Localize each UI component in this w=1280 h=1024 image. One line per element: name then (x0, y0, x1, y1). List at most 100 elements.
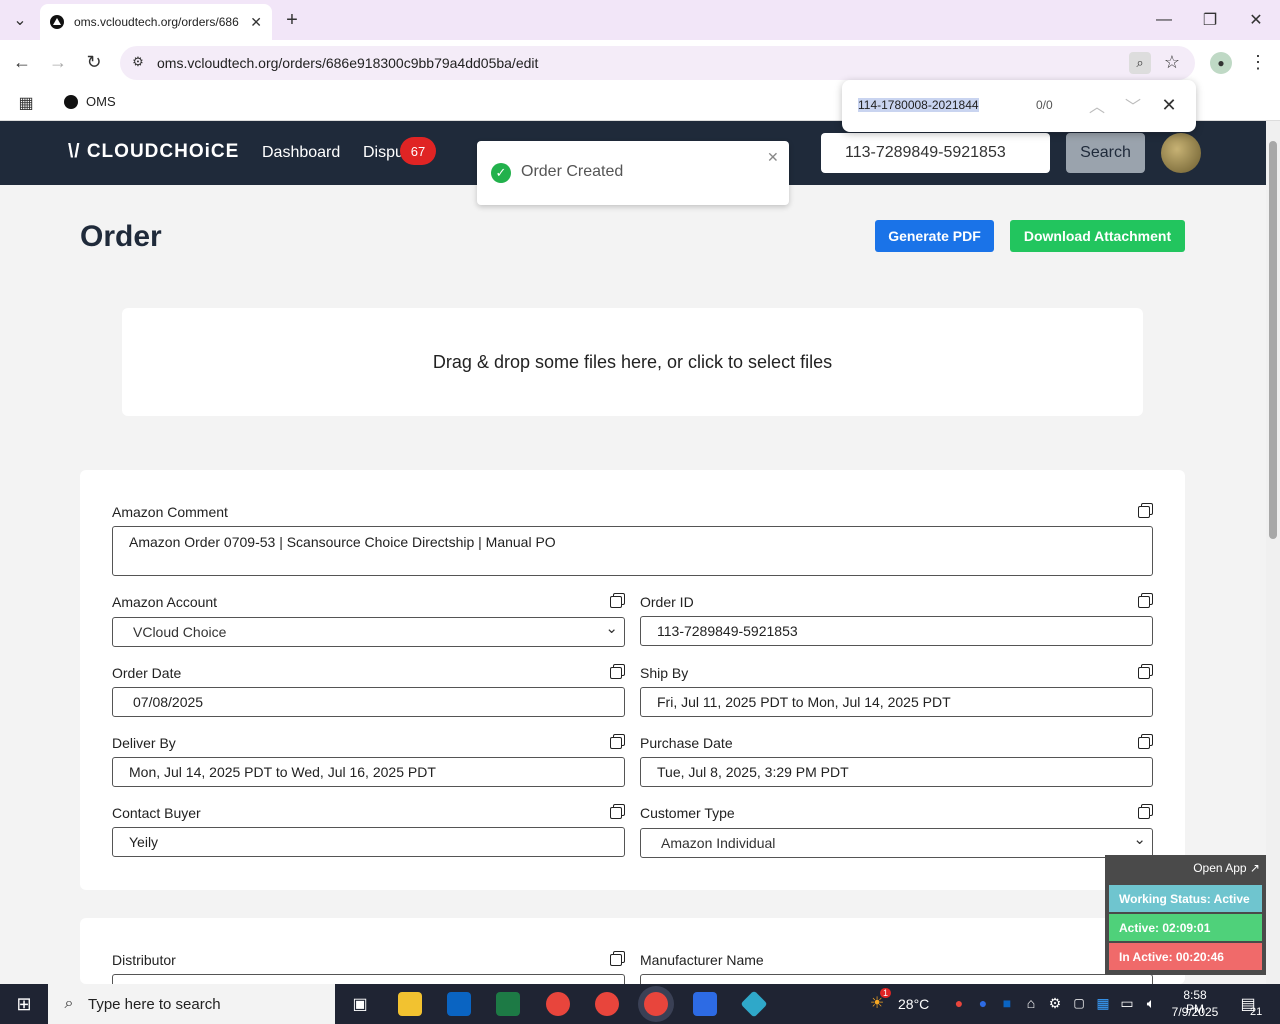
order-search-input[interactable]: 113-7289849-5921853 (821, 133, 1050, 173)
dropzone-text: Drag & drop some files here, or click to… (432, 351, 833, 372)
nav-dashboard[interactable]: Dashboard (262, 144, 340, 162)
tray-outlook-icon[interactable]: ■ (998, 994, 1016, 1012)
page-scrollbar[interactable] (1266, 121, 1280, 984)
manufacturer-field[interactable] (640, 974, 1153, 984)
find-count: 0/0 (1036, 98, 1053, 112)
ship-by-field[interactable]: Fri, Jul 11, 2025 PDT to Mon, Jul 14, 20… (640, 687, 1153, 717)
copy-icon[interactable] (610, 664, 625, 679)
find-bar: 114-1780008-2021844 0/0 ︿ ﹀ ✕ (842, 80, 1196, 132)
customer-type-select[interactable]: Amazon Individual (640, 828, 1153, 858)
chrome-active-icon[interactable] (644, 992, 668, 1016)
profile-icon[interactable]: ● (1210, 52, 1232, 74)
file-dropzone[interactable]: Drag & drop some files here, or click to… (122, 308, 1143, 416)
copy-icon[interactable] (1138, 664, 1153, 679)
restore-icon[interactable]: ❐ (1200, 10, 1220, 30)
tray-vpn-icon[interactable]: ▢ (1070, 994, 1088, 1012)
oms-favicon (50, 15, 64, 29)
nav-disputes[interactable]: Dispu (363, 144, 404, 162)
scrollbar-thumb[interactable] (1269, 141, 1277, 539)
tab-close-icon[interactable]: ✕ (250, 14, 262, 31)
app-diamond-icon[interactable] (740, 990, 768, 1018)
copy-icon[interactable] (610, 804, 625, 819)
find-input[interactable]: 114-1780008-2021844 (858, 98, 979, 112)
forward-icon[interactable]: → (48, 52, 68, 72)
copy-icon[interactable] (1138, 804, 1153, 819)
purchase-date-field[interactable]: Tue, Jul 8, 2025, 3:29 PM PDT (640, 757, 1153, 787)
taskbar-search-text: Type here to search (88, 995, 221, 1013)
tab-search-icon[interactable]: ⌄ (10, 10, 30, 30)
copy-icon[interactable] (1138, 593, 1153, 608)
browser-tab[interactable]: oms.vcloudtech.org/orders/686 ✕ (40, 4, 272, 40)
taskbar-search[interactable]: ⌕ Type here to search (48, 984, 335, 1024)
active-time: Active: 02:09:01 (1109, 914, 1262, 941)
temperature: 28°C (898, 996, 930, 1012)
find-prev-icon[interactable]: ︿ (1088, 96, 1106, 116)
find-page-icon[interactable]: ⌕ (1129, 52, 1151, 74)
browser-tab-strip: ⌄ oms.vcloudtech.org/orders/686 ✕ + — ❐ … (0, 0, 1280, 40)
clock-date[interactable]: 7/9/2025 (1171, 1005, 1219, 1019)
find-next-icon[interactable]: ﹀ (1124, 96, 1142, 116)
order-date-label: Order Date (112, 665, 182, 681)
order-date-field[interactable]: 07/08/2025 (112, 687, 625, 717)
bookmark-star-icon[interactable]: ☆ (1162, 52, 1182, 72)
find-close-icon[interactable]: ✕ (1160, 95, 1178, 115)
apps-grid-icon[interactable]: ▦ (16, 93, 36, 113)
toast-close-icon[interactable]: ✕ (767, 149, 779, 166)
tray-network-icon[interactable]: ⌂ (1022, 994, 1040, 1012)
task-view-icon[interactable]: ▣ (350, 994, 370, 1014)
tray-app-icon[interactable]: ▦ (1094, 994, 1112, 1012)
manufacturer-label: Manufacturer Name (640, 952, 764, 968)
tray-settings-icon[interactable]: ⚙ (1046, 994, 1064, 1012)
back-icon[interactable]: ← (12, 52, 32, 72)
bookmark-label: OMS (86, 94, 116, 109)
chrome-profile-1-icon[interactable] (546, 992, 570, 1016)
windows-taskbar: ⊞ ⌕ Type here to search ▣ ☀ 1 28°C ● ● ■… (0, 984, 1280, 1024)
deliver-by-field[interactable]: Mon, Jul 14, 2025 PDT to Wed, Jul 16, 20… (112, 757, 625, 787)
file-explorer-icon[interactable] (398, 992, 422, 1016)
minimize-icon[interactable]: — (1154, 10, 1174, 30)
open-app-link[interactable]: Open App ↗ (1193, 861, 1260, 875)
search-icon: ⌕ (64, 995, 74, 1012)
distributor-field[interactable] (112, 974, 625, 984)
windows-start-icon[interactable]: ⊞ (14, 994, 34, 1014)
download-attachment-button[interactable]: Download Attachment (1010, 220, 1185, 252)
site-info-icon[interactable]: ⚙ (130, 54, 146, 70)
order-id-label: Order ID (640, 594, 694, 610)
contact-buyer-label: Contact Buyer (112, 805, 201, 821)
oms-bookmark-icon (64, 94, 78, 109)
window-close-icon[interactable]: ✕ (1246, 10, 1266, 30)
url-text: oms.vcloudtech.org/orders/686e918300c9bb… (157, 55, 539, 71)
tray-zoom-icon[interactable]: ● (974, 994, 992, 1012)
generate-pdf-button[interactable]: Generate PDF (875, 220, 994, 252)
amazon-comment-textarea[interactable]: Amazon Order 0709-53 | Scansource Choice… (112, 526, 1153, 576)
reload-icon[interactable]: ↻ (84, 52, 104, 72)
bookmark-oms[interactable]: OMS (64, 94, 116, 109)
copy-icon[interactable] (610, 951, 625, 966)
cloudchoice-logo[interactable]: \/ CLOUDCHOiCE (68, 141, 239, 163)
time-tracker-widget: Open App ↗ Working Status: Active Active… (1105, 855, 1266, 975)
excel-icon[interactable] (496, 992, 520, 1016)
disputes-count-badge: 67 (400, 137, 436, 165)
toast-notification: ✓ Order Created ✕ (477, 141, 789, 205)
order-id-field[interactable]: 113-7289849-5921853 (640, 616, 1153, 646)
amazon-account-select[interactable]: VCloud Choice (112, 617, 625, 647)
inactive-time: In Active: 00:20:46 (1109, 943, 1262, 970)
copy-icon[interactable] (1138, 734, 1153, 749)
contact-buyer-field[interactable]: Yeily (112, 827, 625, 857)
address-bar[interactable]: ⚙ oms.vcloudtech.org/orders/686e918300c9… (120, 46, 1195, 80)
zoom-icon[interactable] (693, 992, 717, 1016)
copy-icon[interactable] (1138, 503, 1153, 518)
search-button[interactable]: Search (1066, 133, 1145, 173)
new-tab-icon[interactable]: + (282, 9, 302, 31)
copy-icon[interactable] (610, 734, 625, 749)
outlook-icon[interactable] (447, 992, 471, 1016)
volume-icon[interactable]: 🔈︎ (1142, 994, 1160, 1012)
copy-icon[interactable] (610, 593, 625, 608)
working-status: Working Status: Active (1109, 885, 1262, 912)
tray-display-icon[interactable]: ▭ (1118, 994, 1136, 1012)
menu-icon[interactable]: ⋮ (1248, 52, 1268, 72)
tab-title: oms.vcloudtech.org/orders/686 (74, 15, 239, 29)
user-avatar[interactable] (1161, 133, 1201, 173)
chrome-profile-2-icon[interactable] (595, 992, 619, 1016)
tray-chrome-icon[interactable]: ● (950, 994, 968, 1012)
